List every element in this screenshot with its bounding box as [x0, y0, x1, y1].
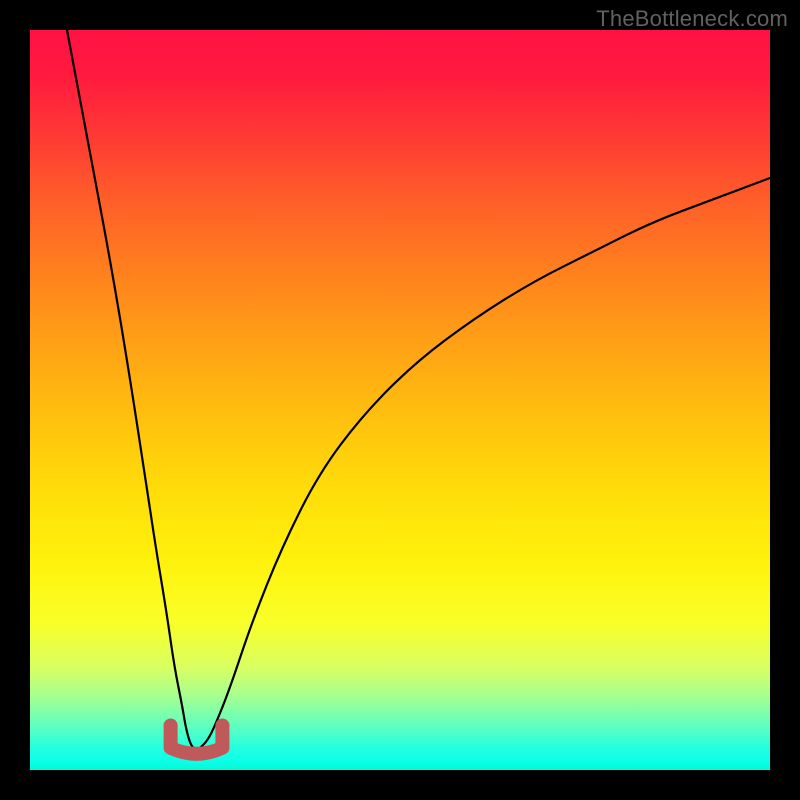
u-marker-dot-right	[215, 719, 229, 733]
u-marker	[171, 726, 223, 754]
curves-layer	[30, 30, 770, 770]
watermark-text: TheBottleneck.com	[596, 6, 788, 32]
chart-frame: TheBottleneck.com	[0, 0, 800, 800]
curve-left-branch	[67, 30, 195, 748]
curve-right-branch	[200, 178, 770, 748]
plot-area	[30, 30, 770, 770]
u-marker-dot-left	[164, 719, 178, 733]
